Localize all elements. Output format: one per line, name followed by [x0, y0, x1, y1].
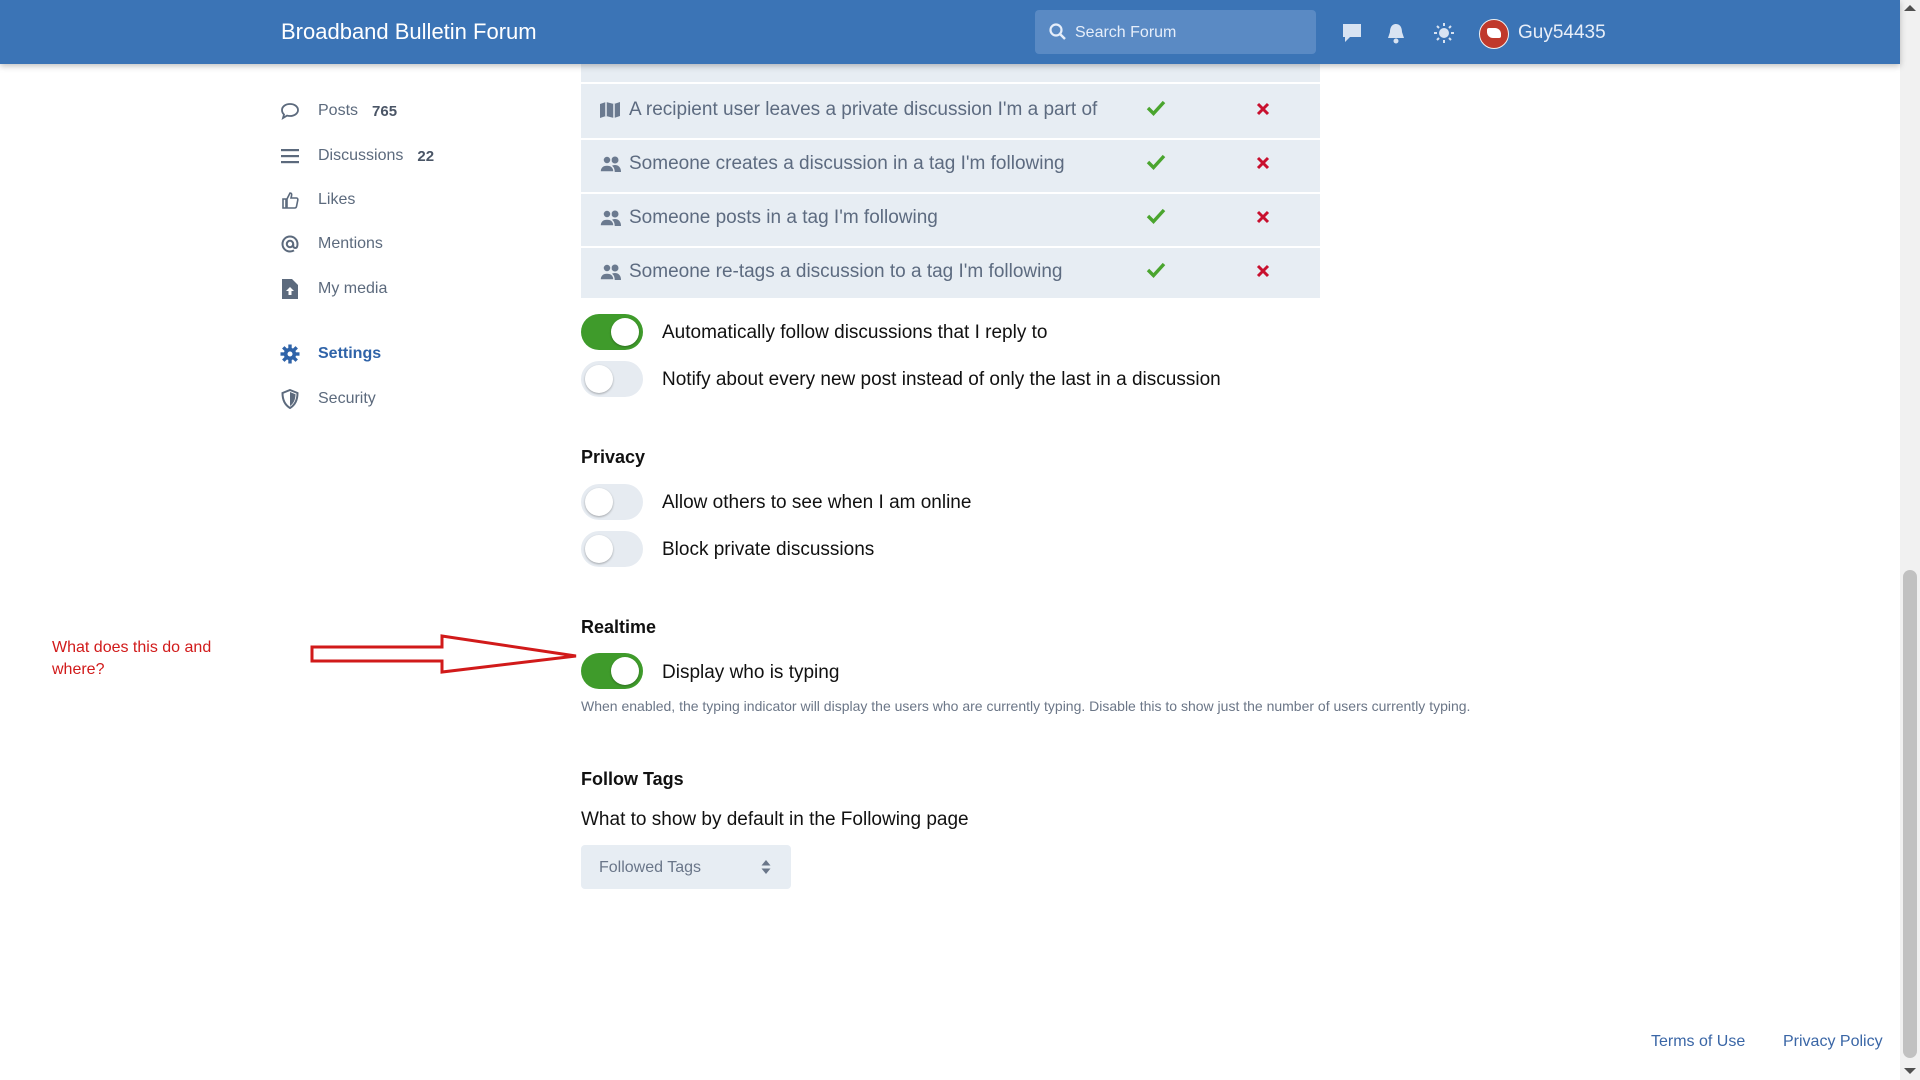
comment-icon	[280, 101, 300, 121]
online-visibility-toggle[interactable]	[581, 484, 643, 520]
notification-label: Someone re-tags a discussion to a tag I'…	[629, 261, 1063, 282]
chat-icon[interactable]	[1341, 22, 1363, 44]
table-row: A recipient user leaves a private discus…	[581, 84, 1320, 140]
user-avatar[interactable]	[1479, 19, 1509, 49]
terms-link[interactable]: Terms of Use	[1651, 1033, 1745, 1051]
x-icon[interactable]	[1256, 210, 1270, 224]
sidebar-item-label: Likes	[318, 191, 356, 208]
user-group-icon	[599, 155, 621, 173]
sort-caret-icon	[761, 860, 771, 874]
thumbs-up-icon	[280, 190, 300, 210]
block-private-toggle[interactable]	[581, 531, 643, 567]
toggle-knob	[585, 488, 613, 516]
sidebar-item-security[interactable]: Security	[280, 387, 376, 411]
username[interactable]: Guy54435	[1518, 22, 1606, 44]
notification-label: Someone posts in a tag I'm following	[629, 207, 938, 228]
scroll-up-icon[interactable]	[1904, 5, 1916, 11]
sidebar-item-my-media[interactable]: My media	[280, 277, 387, 301]
block-private-label: Block private discussions	[662, 539, 875, 560]
search-placeholder: Search Forum	[1075, 24, 1177, 41]
check-icon[interactable]	[1146, 154, 1166, 170]
typing-indicator-help: When enabled, the typing indicator will …	[581, 698, 1471, 714]
notification-label: Someone creates a discussion in a tag I'…	[629, 153, 1065, 174]
notification-preferences-table: A recipient user leaves a private discus…	[581, 54, 1320, 298]
following-default-select[interactable]: Followed Tags	[581, 845, 791, 889]
user-group-icon	[599, 263, 621, 281]
sidebar-item-label: Discussions	[318, 147, 404, 164]
sidebar-item-label: Posts	[318, 102, 359, 119]
shield-icon	[280, 389, 300, 409]
auto-follow-label: Automatically follow discussions that I …	[662, 322, 1048, 343]
bell-icon[interactable]	[1386, 22, 1406, 44]
sidebar-item-settings[interactable]: Settings	[280, 342, 381, 366]
x-icon[interactable]	[1256, 156, 1270, 170]
sidebar-item-label: My media	[318, 280, 388, 297]
table-row: Someone creates a discussion in a tag I'…	[581, 138, 1320, 194]
x-icon[interactable]	[1256, 102, 1270, 116]
top-header: Broadband Bulletin Forum Search Forum Gu…	[0, 0, 1900, 64]
annotation-note: What does this do and where?	[52, 639, 212, 678]
file-upload-icon	[280, 279, 300, 299]
gear-icon	[280, 344, 300, 364]
table-row: Someone posts in a tag I'm following	[581, 192, 1320, 248]
theme-sun-icon[interactable]	[1433, 22, 1455, 44]
typing-indicator-toggle[interactable]	[581, 653, 643, 689]
discussions-count: 22	[417, 147, 435, 165]
notification-label: A recipient user leaves a private discus…	[629, 99, 1098, 120]
notify-every-post-label: Notify about every new post instead of o…	[662, 369, 1221, 390]
sidebar-item-label: Mentions	[318, 235, 383, 252]
realtime-heading: Realtime	[581, 617, 657, 637]
auto-follow-toggle[interactable]	[581, 314, 643, 350]
scroll-down-icon[interactable]	[1904, 1068, 1916, 1074]
list-icon	[280, 146, 300, 166]
privacy-heading: Privacy	[581, 447, 646, 467]
search-icon	[1049, 23, 1066, 40]
at-icon	[280, 234, 300, 254]
posts-count: 765	[372, 102, 398, 120]
toggle-knob	[611, 318, 639, 346]
check-icon[interactable]	[1146, 208, 1166, 224]
select-value: Followed Tags	[599, 859, 701, 876]
online-visibility-label: Allow others to see when I am online	[662, 492, 972, 513]
sidebar-item-label: Security	[318, 390, 376, 407]
check-icon[interactable]	[1146, 262, 1166, 278]
map-icon	[600, 102, 620, 118]
table-row: Someone re-tags a discussion to a tag I'…	[581, 246, 1320, 300]
search-input[interactable]: Search Forum	[1035, 10, 1316, 54]
x-icon[interactable]	[1256, 264, 1270, 278]
user-group-icon	[599, 209, 621, 227]
follow-tags-heading: Follow Tags	[581, 769, 684, 789]
privacy-policy-link[interactable]: Privacy Policy	[1783, 1033, 1883, 1051]
check-icon[interactable]	[1146, 100, 1166, 116]
annotation-arrow	[310, 634, 577, 674]
toggle-knob	[585, 365, 613, 393]
forum-title[interactable]: Broadband Bulletin Forum	[281, 19, 537, 45]
sidebar-item-label: Settings	[318, 345, 382, 362]
scrollbar-thumb[interactable]	[1903, 570, 1917, 1058]
sidebar-item-posts[interactable]: Posts 765	[280, 99, 397, 123]
sidebar-item-discussions[interactable]: Discussions 22	[280, 144, 434, 168]
sidebar-item-likes[interactable]: Likes	[280, 188, 355, 212]
notify-every-post-toggle[interactable]	[581, 361, 643, 397]
sidebar-item-mentions[interactable]: Mentions	[280, 232, 383, 256]
toggle-knob	[585, 535, 613, 563]
toggle-knob	[611, 657, 639, 685]
typing-indicator-label: Display who is typing	[662, 662, 840, 683]
follow-tags-description: What to show by default in the Following…	[581, 809, 969, 830]
